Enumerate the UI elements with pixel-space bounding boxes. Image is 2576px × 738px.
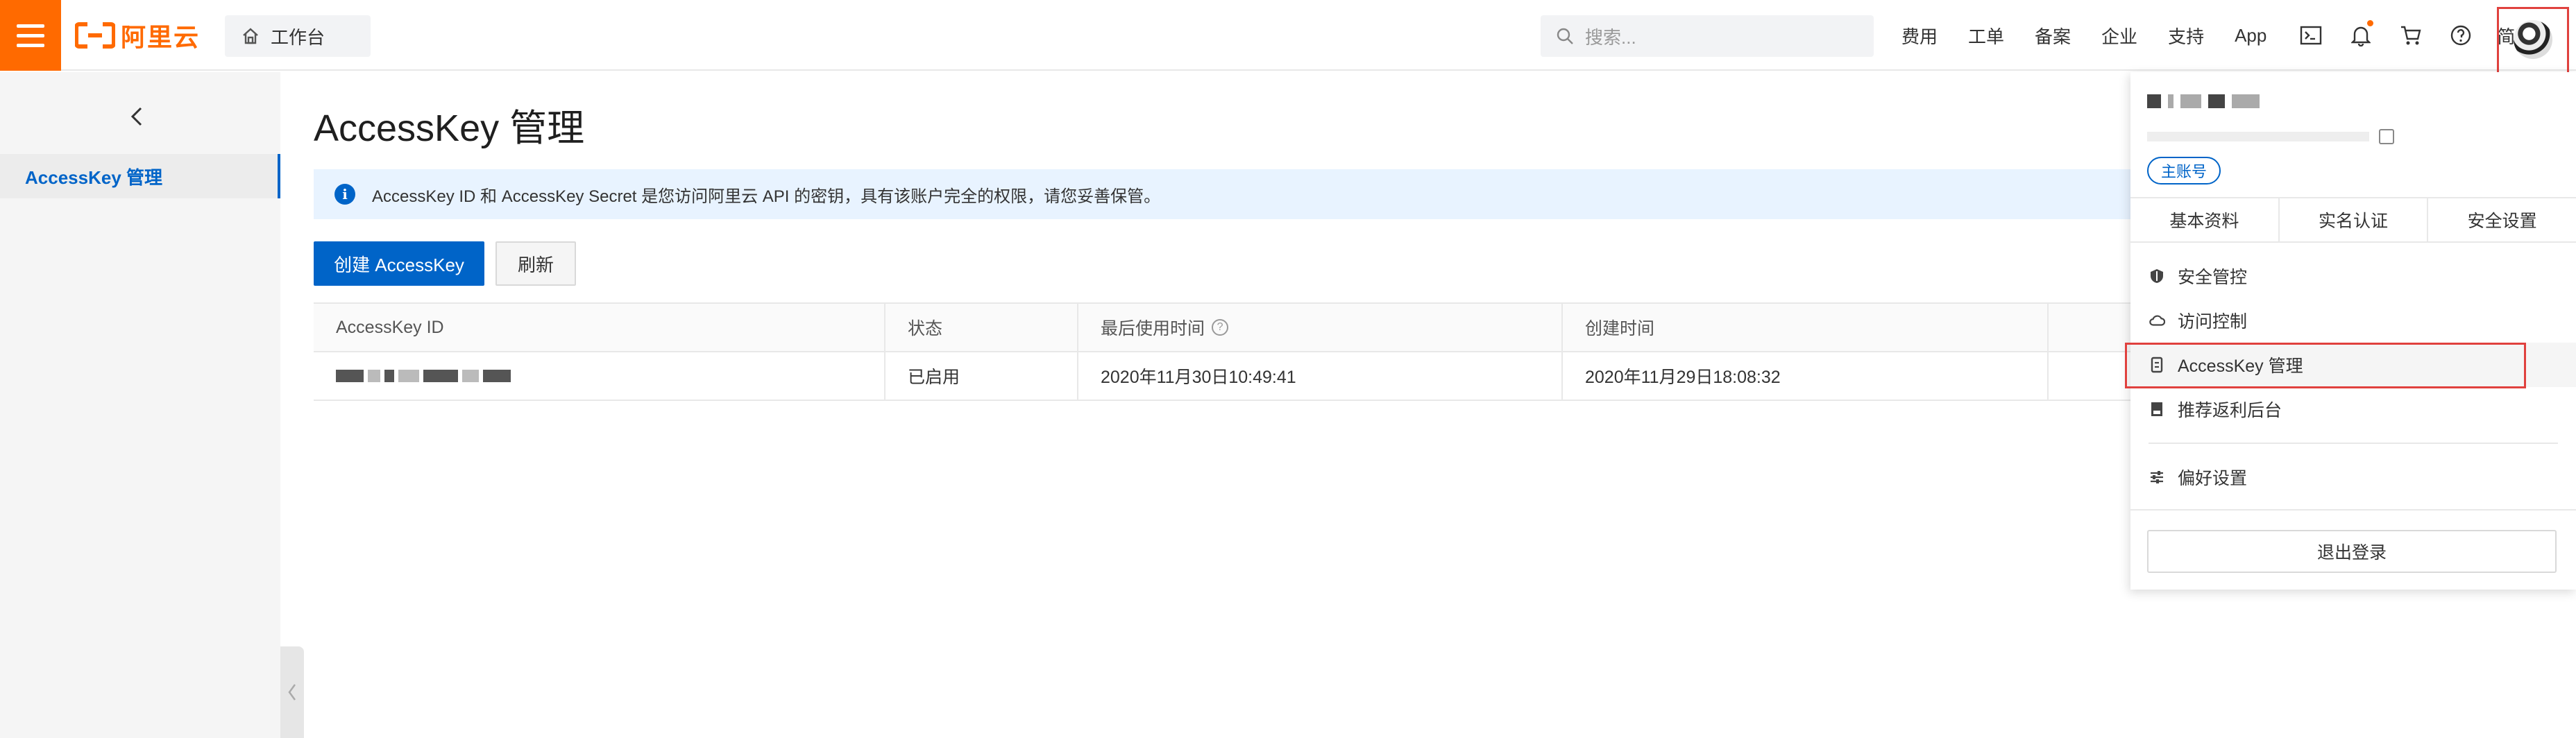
- avatar: [2514, 20, 2552, 59]
- info-notice: i AccessKey ID 和 AccessKey Secret 是您访问阿里…: [314, 169, 2326, 219]
- logout-divider: [2130, 509, 2576, 510]
- page-title: AccessKey 管理: [314, 108, 585, 149]
- tab-basic-info[interactable]: 基本资料: [2130, 198, 2280, 241]
- table-header: AccessKey ID 状态 最后使用时间 ? 创建时间: [314, 304, 2326, 352]
- aliyun-logo-icon: [75, 22, 115, 49]
- menu-item-accesskey[interactable]: AccessKey 管理: [2130, 343, 2576, 387]
- menu-item-label: AccessKey 管理: [2178, 357, 2303, 376]
- refresh-button[interactable]: 刷新: [495, 241, 576, 286]
- home-icon: [243, 28, 258, 44]
- status-cell: 已启用: [886, 352, 1078, 400]
- menu-item-label: 访问控制: [2178, 312, 2248, 332]
- menu-icon[interactable]: [0, 0, 61, 71]
- logo-text: 阿里云: [121, 23, 201, 51]
- column-header: AccessKey ID: [314, 304, 886, 351]
- created-cell: 2020年11月29日18:08:32: [1563, 352, 2049, 400]
- tab-security-settings[interactable]: 安全设置: [2428, 198, 2576, 241]
- last-used-cell: 2020年11月30日10:49:41: [1078, 352, 1563, 400]
- search-placeholder: 搜索...: [1585, 26, 1636, 48]
- cloud-icon: [2149, 312, 2165, 329]
- create-accesskey-button[interactable]: 创建 AccessKey: [314, 241, 484, 286]
- help-icon[interactable]: ?: [1212, 319, 1229, 336]
- accesskey-table: AccessKey ID 状态 最后使用时间 ? 创建时间 已启用 2020年1…: [314, 302, 2326, 401]
- logout-button[interactable]: 退出登录: [2147, 530, 2557, 573]
- shield-icon: [2149, 268, 2165, 284]
- back-chevron-icon[interactable]: [124, 103, 151, 130]
- user-dropdown: 主账号 基本资料 实名认证 安全设置 安全管控 访问控制 AccessKey 管…: [2130, 72, 2576, 590]
- nav-tickets[interactable]: 工单: [1968, 23, 2004, 49]
- info-icon: i: [334, 184, 355, 205]
- account-type-badge: 主账号: [2147, 157, 2221, 184]
- column-header-label: 最后使用时间: [1101, 319, 1205, 338]
- sidebar-collapse-handle[interactable]: [280, 646, 304, 738]
- nav-fees[interactable]: 费用: [1901, 23, 1938, 49]
- sidebar-item-accesskey[interactable]: AccessKey 管理: [0, 154, 280, 198]
- copy-icon[interactable]: [2379, 129, 2394, 144]
- menu-divider: [2149, 443, 2558, 444]
- bookmark-icon: [2149, 401, 2165, 418]
- aliyun-logo[interactable]: 阿里云: [75, 18, 200, 53]
- sidebar: AccessKey 管理: [0, 72, 280, 738]
- tab-real-name[interactable]: 实名认证: [2280, 198, 2429, 241]
- profile-tabs: 基本资料 实名认证 安全设置: [2130, 197, 2576, 243]
- notification-dot: [2367, 20, 2374, 26]
- workbench-button[interactable]: 工作台: [225, 15, 371, 57]
- masked-username: [2147, 87, 2564, 115]
- user-info: 主账号: [2147, 87, 2564, 205]
- search-input[interactable]: 搜索...: [1541, 15, 1874, 57]
- masked-accesskey-id: [336, 370, 511, 382]
- menu-item-referral[interactable]: 推荐返利后台: [2130, 387, 2576, 431]
- menu-item-label: 推荐返利后台: [2178, 401, 2282, 420]
- key-icon: [2149, 357, 2165, 373]
- terminal-icon[interactable]: [2297, 22, 2325, 49]
- nav-support[interactable]: 支持: [2168, 23, 2204, 49]
- chevron-left-icon: [288, 684, 296, 701]
- notice-text: AccessKey ID 和 AccessKey Secret 是您访问阿里云 …: [372, 187, 1161, 206]
- cart-icon[interactable]: [2397, 22, 2425, 49]
- dropdown-menu: 安全管控 访问控制 AccessKey 管理 推荐返利后台 偏好设置: [2130, 254, 2576, 499]
- top-nav: 费用 工单 备案 企业 支持 App 简体: [1901, 0, 2564, 71]
- masked-account-id: [2147, 129, 2564, 144]
- column-header: 创建时间: [1563, 304, 2049, 351]
- top-bar: 阿里云 工作台 搜索... 费用 工单 备案 企业 支持 App: [0, 0, 2576, 86]
- menu-item-access-control[interactable]: 访问控制: [2130, 298, 2576, 343]
- nav-icp[interactable]: 备案: [2035, 23, 2071, 49]
- nav-enterprise[interactable]: 企业: [2101, 23, 2137, 49]
- sliders-icon: [2149, 469, 2165, 486]
- menu-item-security-control[interactable]: 安全管控: [2130, 254, 2576, 298]
- column-header: 状态: [886, 304, 1078, 351]
- menu-item-label: 偏好设置: [2178, 469, 2248, 488]
- help-icon[interactable]: [2447, 22, 2475, 49]
- nav-app[interactable]: App: [2235, 25, 2266, 46]
- bell-icon[interactable]: [2347, 20, 2375, 49]
- column-header: 最后使用时间 ?: [1078, 304, 1563, 351]
- menu-item-label: 安全管控: [2178, 268, 2248, 287]
- search-icon: [1557, 28, 1573, 44]
- table-row: 已启用 2020年11月30日10:49:41 2020年11月29日18:08…: [314, 352, 2326, 401]
- menu-item-preferences[interactable]: 偏好设置: [2130, 455, 2576, 499]
- accesskey-id-cell: [314, 352, 886, 400]
- workbench-label: 工作台: [271, 26, 325, 48]
